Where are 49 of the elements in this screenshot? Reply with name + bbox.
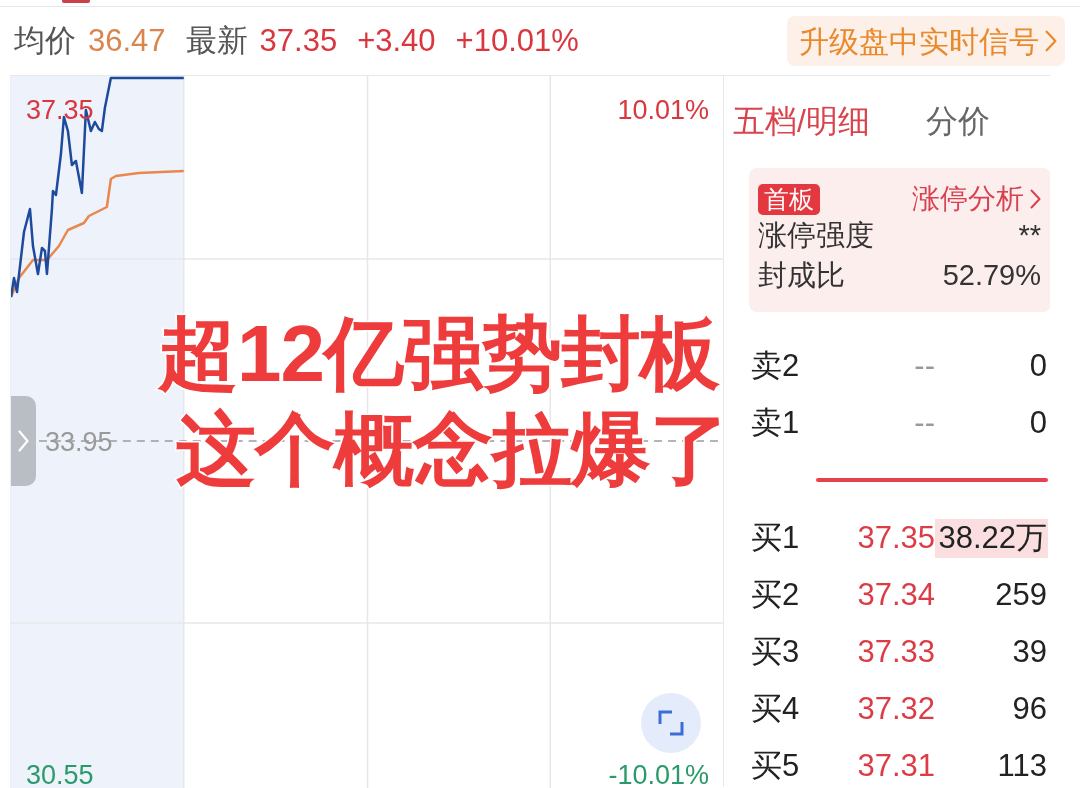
latest-price-label: 最新 bbox=[185, 21, 248, 60]
card-row-label: 封成比 bbox=[758, 258, 845, 294]
order-level-label: 卖1 bbox=[751, 404, 801, 443]
chevron-right-icon bbox=[1030, 189, 1041, 209]
order-level-label: 卖2 bbox=[751, 347, 801, 386]
panel-tab[interactable]: 分价 bbox=[925, 101, 990, 141]
order-volume: 0 bbox=[1028, 347, 1048, 386]
chevron-right-icon bbox=[1045, 30, 1057, 52]
price-axis-label: 30.55 bbox=[26, 762, 94, 788]
order-volume: 96 bbox=[1011, 690, 1048, 729]
price-axis-label: 37.35 bbox=[26, 97, 94, 124]
order-price: 37.35 bbox=[856, 519, 935, 558]
headline-caption: 这个概念拉爆了 bbox=[176, 404, 729, 496]
order-price: 37.34 bbox=[856, 576, 935, 615]
percent-axis-label: -10.01% bbox=[608, 762, 709, 788]
order-price: -- bbox=[913, 404, 935, 443]
card-row-value: 52.79% bbox=[942, 258, 1041, 294]
order-level-label: 买1 bbox=[751, 519, 801, 558]
order-volume: 38.22万 bbox=[935, 519, 1048, 558]
price-axis-label: 33.95 bbox=[45, 429, 113, 456]
order-price: -- bbox=[913, 347, 935, 386]
collapse-handle[interactable] bbox=[11, 396, 36, 486]
price-change: +3.40 bbox=[357, 21, 436, 60]
order-level-label: 买3 bbox=[751, 633, 801, 672]
order-level-label: 买4 bbox=[751, 690, 801, 729]
order-level-label: 买5 bbox=[751, 747, 801, 786]
panel-tab[interactable]: 五档/明细 bbox=[733, 101, 870, 141]
average-price-label: 均价 bbox=[14, 21, 76, 60]
fullscreen-button[interactable] bbox=[641, 693, 701, 753]
order-price: 37.33 bbox=[856, 633, 935, 672]
order-volume: 39 bbox=[1011, 633, 1048, 672]
order-price: 37.31 bbox=[856, 747, 935, 786]
upgrade-signal-button[interactable]: 升级盘中实时信号 bbox=[787, 16, 1065, 66]
limit-analysis-link[interactable]: 涨停分析 bbox=[912, 178, 1041, 220]
chevron-right-icon bbox=[18, 430, 29, 452]
order-volume: 259 bbox=[994, 576, 1048, 615]
average-price-value: 36.47 bbox=[88, 21, 166, 60]
order-volume: 0 bbox=[1028, 404, 1048, 443]
order-level-label: 买2 bbox=[751, 576, 801, 615]
card-row-value: ** bbox=[1018, 218, 1041, 254]
order-price: 37.32 bbox=[856, 690, 935, 729]
headline-caption: 超12亿强势封板 bbox=[158, 308, 719, 400]
percent-axis-label: 10.01% bbox=[617, 97, 709, 124]
fullscreen-icon bbox=[658, 710, 684, 736]
percent-change: +10.01% bbox=[455, 21, 579, 60]
card-row-label: 涨停强度 bbox=[758, 218, 874, 254]
order-volume: 113 bbox=[996, 747, 1048, 786]
latest-price-value: 37.35 bbox=[259, 21, 338, 60]
board-tag: 首板 bbox=[758, 183, 820, 215]
